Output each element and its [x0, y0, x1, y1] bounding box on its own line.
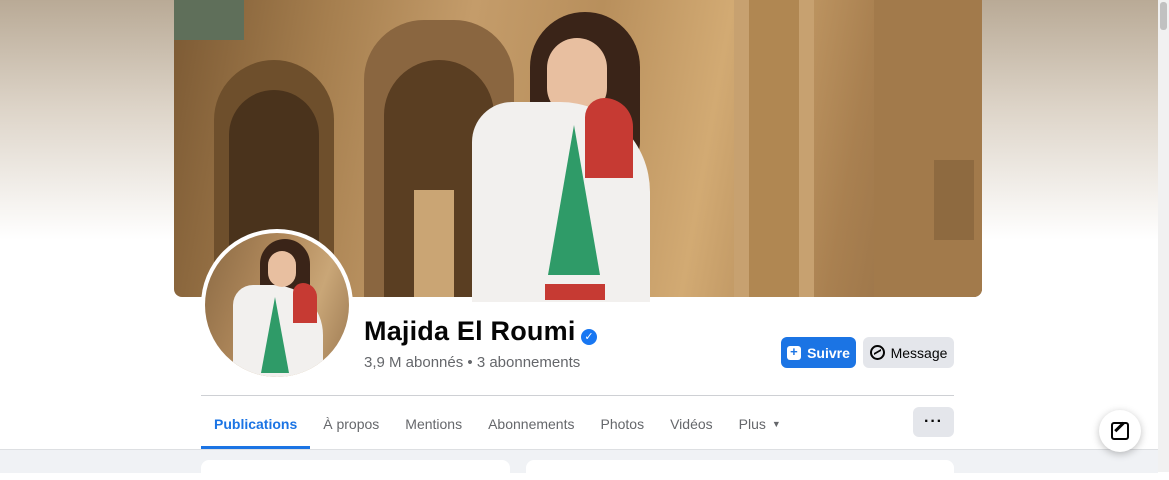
tab-mentions[interactable]: Mentions [392, 402, 475, 446]
scrollbar-thumb[interactable] [1160, 2, 1167, 30]
tab-label: Photos [600, 416, 645, 432]
more-options-button[interactable]: ··· [913, 407, 954, 437]
tab-label: Plus [738, 416, 766, 432]
cover-flag-red-bottom [545, 284, 605, 300]
message-label: Message [890, 344, 948, 361]
tab-about[interactable]: À propos [310, 402, 392, 446]
profile-name: Majida El Roumi [364, 316, 576, 346]
tab-subscriptions[interactable]: Abonnements [475, 402, 587, 446]
scrollbar[interactable] [1158, 0, 1169, 472]
posts-card [526, 460, 954, 480]
tab-label: À propos [323, 416, 380, 432]
tab-photos[interactable]: Photos [588, 402, 658, 446]
tab-label: Abonnements [488, 416, 575, 432]
messenger-icon [869, 345, 885, 360]
intro-card [201, 460, 510, 480]
tab-videos[interactable]: Vidéos [657, 402, 726, 446]
avatar[interactable] [205, 233, 349, 377]
tab-label: Publications [214, 416, 298, 432]
header-divider [201, 395, 954, 396]
tab-label: Vidéos [670, 416, 713, 432]
tab-more[interactable]: Plus ▼ [726, 402, 794, 446]
follow-button[interactable]: Suivre [781, 337, 856, 368]
cover-cedar-emblem [548, 125, 600, 275]
message-button[interactable]: Message [863, 337, 954, 368]
compose-message-button[interactable] [1099, 410, 1141, 452]
follow-icon [787, 344, 802, 360]
profile-tabs: Publications À propos Mentions Abonnemen… [201, 402, 794, 449]
compose-icon [1111, 422, 1129, 440]
tab-publications[interactable]: Publications [201, 402, 311, 449]
verified-badge-icon: ✓ [581, 329, 597, 345]
follow-label: Suivre [807, 344, 850, 361]
caret-down-icon: ▼ [771, 419, 781, 429]
more-options-icon: ··· [924, 413, 943, 430]
profile-stats[interactable]: 3,9 M abonnés • 3 abonnements [364, 354, 580, 371]
tab-label: Mentions [405, 416, 463, 432]
